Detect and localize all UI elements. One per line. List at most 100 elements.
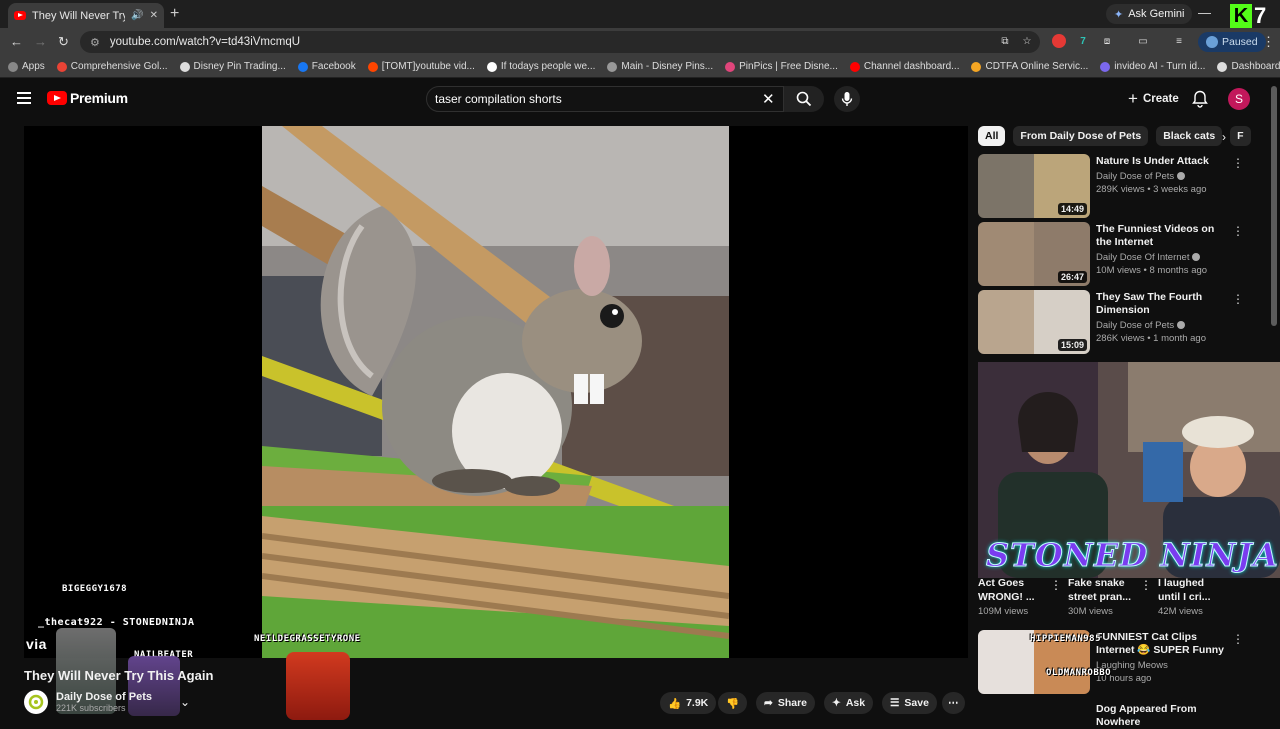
recommendation-channel[interactable]: Daily Dose of Pets — [1096, 319, 1186, 332]
split-view-icon[interactable]: ▭ — [1136, 34, 1150, 48]
youtube-favicon-icon — [14, 11, 26, 20]
bookmark-item[interactable]: invideo AI - Turn id... — [1100, 61, 1205, 72]
channel-name[interactable]: Daily Dose of Pets — [56, 691, 152, 703]
filter-chip[interactable]: F — [1230, 126, 1251, 146]
install-icon[interactable]: ⧉ — [998, 34, 1012, 48]
filter-chip[interactable]: From Daily Dose of Pets — [1013, 126, 1149, 146]
recommendation-channel[interactable]: Daily Dose of Pets — [1096, 170, 1186, 183]
profile-paused-button[interactable]: Paused — [1198, 32, 1266, 52]
reading-list-icon[interactable]: ≡ — [1172, 34, 1186, 48]
save-button[interactable]: ☰ Save — [882, 692, 937, 714]
chips-next-icon[interactable]: › — [1222, 130, 1226, 144]
more-options-icon[interactable]: ⋮ — [1232, 292, 1244, 306]
short-title[interactable]: Fake snake street pran... — [1068, 576, 1148, 604]
like-button[interactable]: 👍 7.9K — [660, 692, 717, 714]
recommendation-1[interactable]: 14:49 Nature Is Under Attack Daily Dose … — [978, 154, 1248, 218]
bookmark-item[interactable]: CDTFA Online Servic... — [971, 61, 1088, 72]
bookmark-item[interactable]: Disney Pin Trading... — [179, 61, 286, 72]
sparkle-icon: ✦ — [832, 697, 841, 709]
more-horizontal-icon: ⋯ — [948, 697, 959, 709]
extensions-puzzle-icon[interactable]: ⧈ — [1100, 34, 1114, 48]
bookmark-label: If todays people we... — [500, 61, 596, 72]
more-options-icon[interactable]: ⋮ — [1232, 224, 1244, 238]
short-title[interactable]: Act Goes WRONG! ... — [978, 576, 1058, 604]
ask-gemini-label: Ask Gemini — [1128, 8, 1185, 20]
clear-search-icon[interactable]: ✕ — [762, 90, 775, 108]
recommendation-thumbnail[interactable]: 14:49 — [978, 154, 1090, 218]
bookmark-favicon-icon — [8, 61, 18, 72]
short-views: 30M views — [1068, 606, 1113, 617]
filter-chip[interactable]: All — [978, 126, 1006, 146]
short-options-icon[interactable]: ⋮ — [1050, 578, 1062, 592]
forward-icon[interactable]: → — [34, 34, 47, 49]
bookmark-item[interactable]: Dashboard — [1217, 61, 1280, 72]
new-tab-button[interactable]: + — [170, 5, 179, 23]
bookmark-favicon-icon — [1217, 61, 1228, 72]
more-actions-button[interactable]: ⋯ — [942, 692, 965, 714]
youtube-premium-logo[interactable]: Premium — [47, 90, 128, 106]
short-options-icon[interactable]: ⋮ — [1140, 578, 1152, 592]
search-input[interactable] — [435, 92, 735, 106]
browser-menu-icon[interactable]: ⋮ — [1262, 34, 1275, 50]
extension-7tv-icon[interactable]: 7 — [1076, 34, 1090, 48]
account-avatar[interactable]: S — [1228, 88, 1250, 110]
bookmark-item[interactable]: Facebook — [297, 61, 356, 72]
channel-name: Daily Dose of Pets — [1096, 171, 1175, 182]
more-options-icon[interactable]: ⋮ — [1232, 156, 1244, 170]
recommendation-5-title[interactable]: Dog Appeared From Nowhere — [1096, 703, 1226, 729]
verified-icon — [1192, 253, 1201, 262]
channel-avatar[interactable] — [24, 690, 48, 714]
create-button[interactable]: + Create — [1120, 88, 1187, 110]
ask-gemini-button[interactable]: ✦ Ask Gemini — [1106, 4, 1193, 24]
minimize-icon[interactable]: — — [1198, 5, 1211, 20]
recommendation-2[interactable]: 26:47 The Funniest Videos on the Interne… — [978, 222, 1248, 286]
verified-icon — [1177, 172, 1186, 181]
voice-search-button[interactable] — [834, 86, 860, 112]
channel-row[interactable]: Daily Dose of Pets 221K subscribers ⌄ — [24, 690, 190, 714]
filter-chip[interactable]: Black cats — [1156, 126, 1223, 146]
search-button[interactable] — [784, 86, 824, 112]
bookmark-favicon-icon — [849, 61, 860, 72]
extension-red-icon[interactable] — [1052, 34, 1066, 48]
recommendation-title[interactable]: Nature Is Under Attack — [1096, 155, 1226, 168]
dislike-button[interactable]: 👎 — [718, 692, 748, 714]
tab-close-icon[interactable]: ✕ — [150, 10, 158, 21]
recommendation-3[interactable]: 15:09 They Saw The Fourth Dimension Dail… — [978, 290, 1248, 354]
more-options-icon[interactable]: ⋮ — [1232, 632, 1244, 646]
recommendation-title[interactable]: They Saw The Fourth Dimension — [1096, 291, 1226, 317]
recommendation-4[interactable]: FUNNIEST Cat Clips Internet 😂 SUPER Funn… — [978, 630, 1248, 694]
chevron-down-icon[interactable]: ⌄ — [180, 695, 190, 709]
recommendation-title[interactable]: FUNNIEST Cat Clips Internet 😂 SUPER Funn… — [1096, 631, 1226, 657]
browser-tab[interactable]: They Will Never Try This Ag 🔊 ✕ — [8, 3, 164, 28]
bookmark-item[interactable]: Main - Disney Pins... — [607, 61, 713, 72]
recommendation-thumbnail[interactable]: 26:47 — [978, 222, 1090, 286]
back-icon[interactable]: ← — [10, 34, 23, 49]
site-info-icon[interactable]: ⚙ — [90, 36, 100, 49]
bookmark-item[interactable]: Apps — [8, 61, 45, 72]
thumbs-down-icon: 👎 — [726, 697, 740, 710]
recommendation-thumbnail[interactable]: 15:09 — [978, 290, 1090, 354]
bookmark-star-icon[interactable]: ☆ — [1020, 34, 1034, 48]
bookmark-item[interactable]: PinPics | Free Disne... — [725, 61, 838, 72]
squirrel-scene-image — [262, 126, 729, 658]
page-scrollbar[interactable] — [1271, 86, 1277, 326]
recommendation-title[interactable]: The Funniest Videos on the Internet — [1096, 223, 1226, 249]
bookmark-favicon-icon — [486, 61, 497, 72]
video-frame-squirrel[interactable] — [262, 126, 729, 658]
reload-icon[interactable]: ↻ — [58, 34, 69, 50]
duration-badge: 15:09 — [1057, 339, 1087, 351]
bookmark-item[interactable]: [TOMT]youtube vid... — [367, 61, 475, 72]
ask-button[interactable]: ✦ Ask — [824, 692, 874, 714]
notifications-bell-icon[interactable] — [1192, 90, 1208, 111]
speaker-icon[interactable]: 🔊 — [131, 10, 143, 21]
bookmark-item[interactable]: Channel dashboard... — [849, 61, 959, 72]
share-button[interactable]: ➦ Share — [756, 692, 815, 714]
bookmark-item[interactable]: If todays people we... — [486, 61, 596, 72]
bookmark-item[interactable]: Comprehensive Gol... — [56, 61, 168, 72]
recommendation-channel[interactable]: Daily Dose Of Internet — [1096, 251, 1201, 264]
bookmark-favicon-icon — [971, 61, 982, 72]
bookmark-favicon-icon — [367, 61, 378, 72]
short-title[interactable]: I laughed until I cri... — [1158, 576, 1218, 604]
address-bar[interactable]: ⚙ youtube.com/watch?v=td43iVmcmqU — [80, 31, 1040, 53]
menu-icon[interactable] — [17, 92, 31, 104]
